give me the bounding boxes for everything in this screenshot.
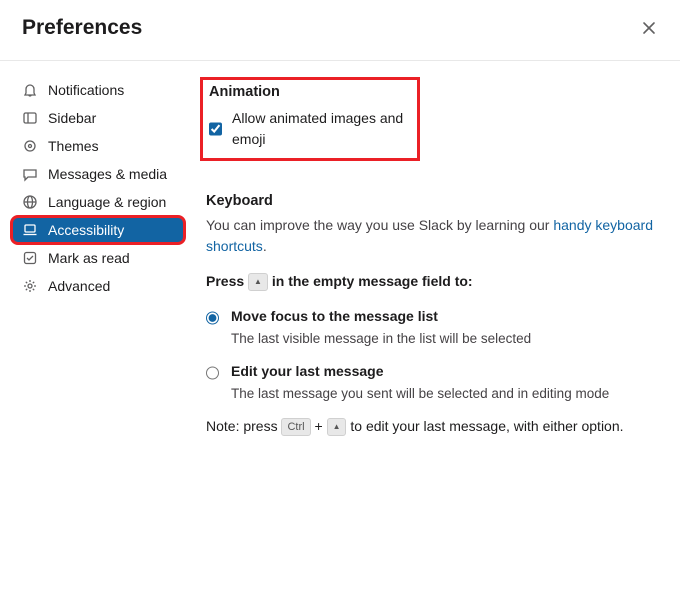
panel-icon	[22, 110, 38, 126]
gear-icon	[22, 278, 38, 294]
up-arrow-key: ▲	[248, 273, 268, 291]
sidebar-item-mark-as-read[interactable]: Mark as read	[12, 245, 184, 271]
edit-last-hint: The last message you sent will be select…	[231, 384, 656, 404]
radio-option-edit-last[interactable]: Edit your last message	[206, 361, 656, 382]
sidebar-item-notifications[interactable]: Notifications	[12, 77, 184, 103]
sidebar-item-messages-media[interactable]: Messages & media	[12, 161, 184, 187]
ctrl-key: Ctrl	[281, 418, 310, 436]
main-panel: Animation Allow animated images and emoj…	[192, 77, 680, 437]
header: Preferences	[0, 0, 680, 61]
sidebar-item-label: Language & region	[48, 194, 166, 210]
keyboard-intro: You can improve the way you use Slack by…	[206, 215, 656, 257]
sidebar: Notifications Sidebar Themes Messages & …	[0, 77, 192, 437]
sidebar-item-sidebar[interactable]: Sidebar	[12, 105, 184, 131]
eye-icon	[22, 138, 38, 154]
sidebar-item-label: Themes	[48, 138, 99, 154]
sidebar-item-label: Mark as read	[48, 250, 130, 266]
up-arrow-key-2: ▲	[327, 418, 347, 436]
edit-last-label: Edit your last message	[231, 361, 384, 382]
sidebar-item-advanced[interactable]: Advanced	[12, 273, 184, 299]
sidebar-item-label: Notifications	[48, 82, 124, 98]
move-focus-label: Move focus to the message list	[231, 306, 438, 327]
sidebar-item-label: Advanced	[48, 278, 110, 294]
move-focus-hint: The last visible message in the list wil…	[231, 329, 656, 349]
animation-section: Animation Allow animated images and emoj…	[200, 77, 420, 161]
globe-icon	[22, 194, 38, 210]
laptop-icon	[22, 222, 38, 238]
keyboard-heading: Keyboard	[206, 191, 656, 213]
animation-checkbox-row[interactable]: Allow animated images and emoji	[209, 108, 411, 150]
allow-animated-checkbox[interactable]	[209, 122, 222, 136]
message-icon	[22, 166, 38, 182]
sidebar-item-accessibility[interactable]: Accessibility	[12, 217, 184, 243]
sidebar-item-label: Sidebar	[48, 110, 96, 126]
page-title: Preferences	[22, 16, 142, 40]
keyboard-section: Keyboard You can improve the way you use…	[206, 191, 656, 437]
close-icon	[642, 21, 656, 35]
close-button[interactable]	[640, 19, 658, 37]
sidebar-item-language-region[interactable]: Language & region	[12, 189, 184, 215]
animation-heading: Animation	[209, 82, 411, 104]
radio-option-move-focus[interactable]: Move focus to the message list	[206, 306, 656, 327]
sidebar-item-label: Accessibility	[48, 222, 124, 238]
press-line: Press ▲ in the empty message field to:	[206, 271, 656, 292]
keyboard-note: Note: press Ctrl + ▲ to edit your last m…	[206, 416, 656, 437]
sidebar-item-label: Messages & media	[48, 166, 167, 182]
bell-icon	[22, 82, 38, 98]
check-icon	[22, 250, 38, 266]
edit-last-radio[interactable]	[206, 364, 219, 382]
sidebar-item-themes[interactable]: Themes	[12, 133, 184, 159]
allow-animated-label: Allow animated images and emoji	[232, 108, 411, 150]
move-focus-radio[interactable]	[206, 309, 219, 327]
